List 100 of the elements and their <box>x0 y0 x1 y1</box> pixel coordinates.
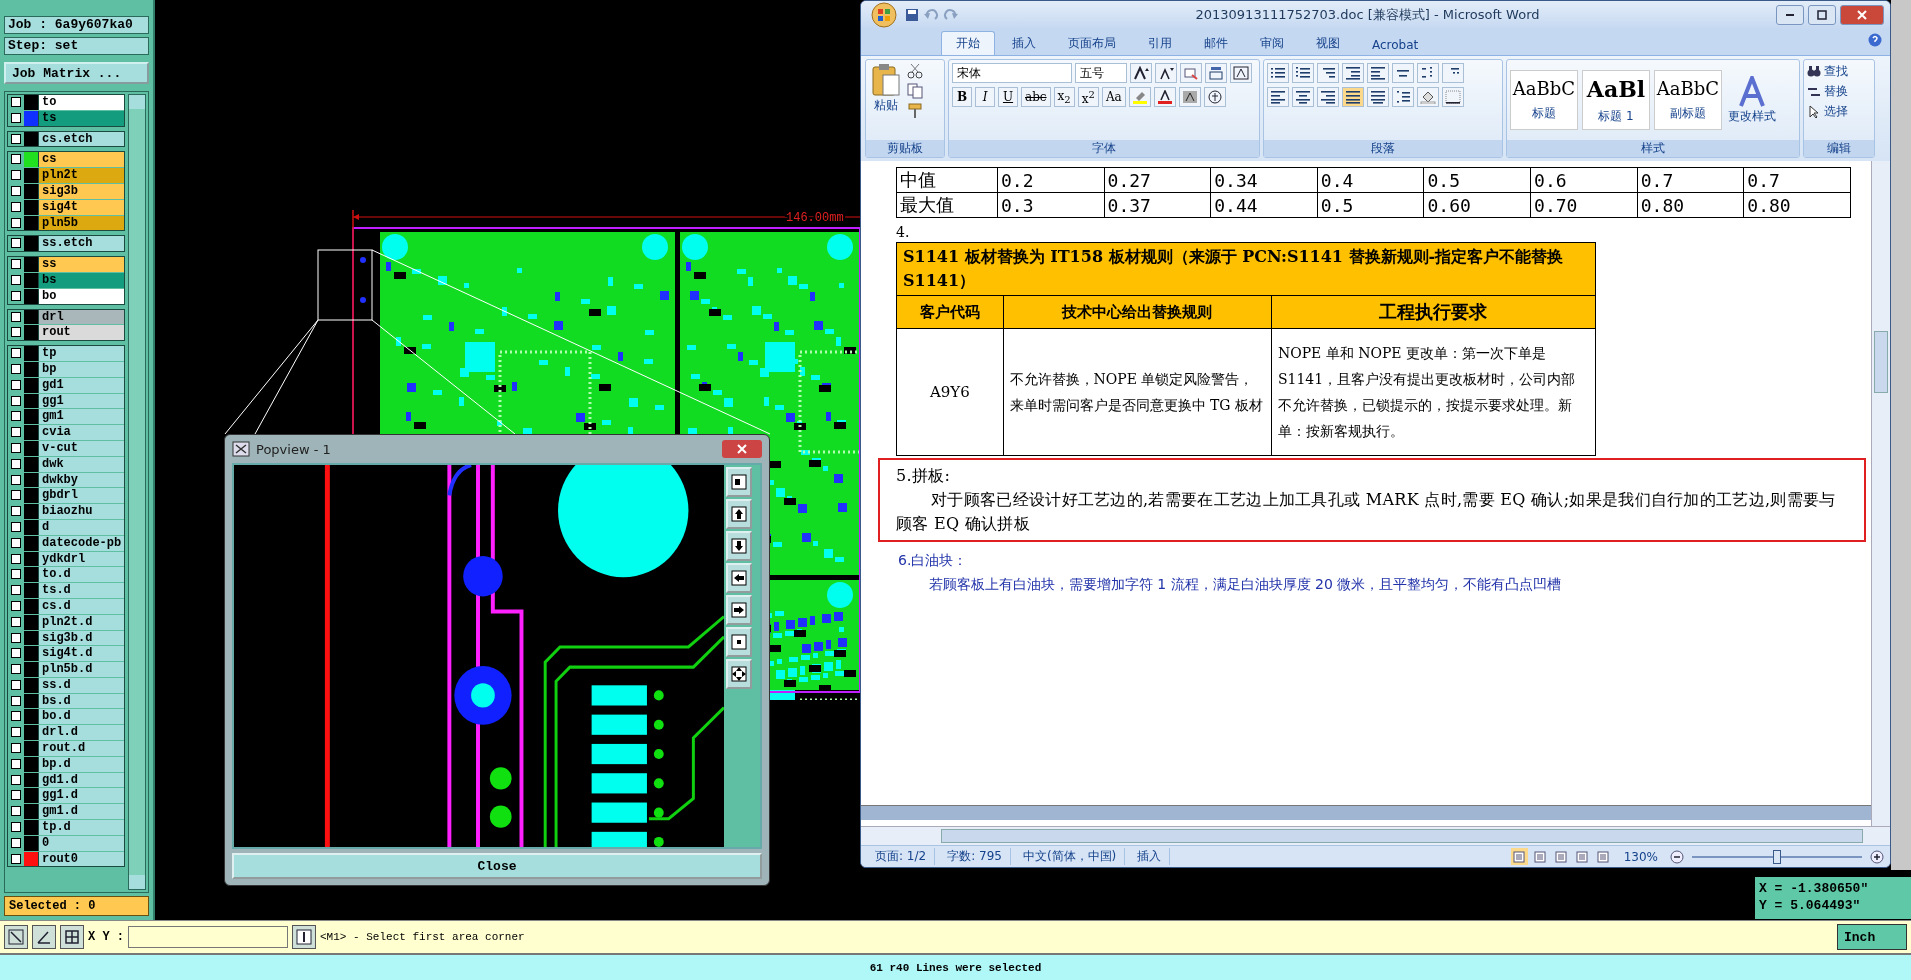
input-button[interactable] <box>292 925 316 949</box>
save-icon[interactable] <box>905 8 919 22</box>
layer-name[interactable]: rout.d <box>38 741 124 756</box>
distributed-icon[interactable] <box>1367 87 1389 107</box>
close-button[interactable]: Close <box>232 853 762 879</box>
editing-button[interactable]: 替换 <box>1807 83 1871 100</box>
layer-name[interactable]: dwkby <box>38 472 124 488</box>
style-preset[interactable]: AaBbC 副标题 <box>1654 70 1722 130</box>
layer-name[interactable]: ts <box>38 110 124 126</box>
horizontal-scrollbar[interactable] <box>861 826 1890 845</box>
layer-name[interactable]: ss.etch <box>38 236 124 252</box>
pan-right-icon[interactable] <box>726 595 752 625</box>
grow-font-icon[interactable] <box>1130 63 1152 83</box>
layer-checkbox[interactable] <box>11 411 21 422</box>
layer-checkbox[interactable] <box>11 238 21 249</box>
layer-name[interactable]: sig3b.d <box>38 630 124 646</box>
view-button[interactable] <box>1531 848 1549 865</box>
numbered-list-icon[interactable] <box>1292 63 1314 83</box>
format-button[interactable]: U <box>998 87 1018 107</box>
ribbon-tab[interactable]: 开始 <box>941 31 995 55</box>
layer-name[interactable]: gbdrl <box>38 488 124 504</box>
layer-checkbox[interactable] <box>11 186 21 196</box>
enclosed-character-icon[interactable] <box>1203 87 1226 107</box>
layer-name[interactable]: gg1 <box>38 393 124 409</box>
slider-thumb[interactable] <box>1773 849 1781 864</box>
view-button[interactable] <box>1510 848 1528 865</box>
layer-name[interactable]: rout <box>38 325 124 341</box>
editing-button[interactable]: 查找 <box>1807 63 1871 80</box>
layer-name[interactable]: ss.d <box>38 677 124 693</box>
copy-icon[interactable] <box>907 83 923 99</box>
layer-checkbox[interactable] <box>11 648 21 659</box>
vertical-scrollbar[interactable] <box>1871 161 1890 826</box>
layer-name[interactable]: biaozhu <box>38 504 124 519</box>
brush-icon[interactable] <box>907 103 923 119</box>
layer-name[interactable]: sig4t.d <box>38 646 124 662</box>
layer-checkbox[interactable] <box>11 679 21 690</box>
units-dropdown[interactable]: Inch <box>1837 924 1907 950</box>
layer-name[interactable]: 0 <box>38 835 124 851</box>
layer-name[interactable]: gd1 <box>38 377 124 393</box>
layer-name[interactable]: cs.d <box>38 598 124 614</box>
character-shading-icon[interactable] <box>1178 87 1201 107</box>
layer-checkbox[interactable] <box>11 290 21 301</box>
layer-checkbox[interactable] <box>11 727 21 738</box>
layer-checkbox[interactable] <box>11 133 21 144</box>
line-spacing-icon[interactable] <box>1392 87 1414 107</box>
font-color-icon[interactable] <box>1153 87 1176 107</box>
layer-name[interactable]: rout0 <box>38 851 124 867</box>
layer-name[interactable]: pln5b.d <box>38 662 124 677</box>
chinese-layout-icon[interactable] <box>1392 63 1414 83</box>
layer-checkbox[interactable] <box>11 616 21 627</box>
character-border-icon[interactable] <box>1230 63 1252 83</box>
close-button[interactable] <box>1840 5 1884 25</box>
layer-name[interactable]: cs <box>38 152 124 168</box>
layer-checkbox[interactable] <box>11 695 21 706</box>
layer-name[interactable]: gg1.d <box>38 788 124 804</box>
decrease-indent-icon[interactable] <box>1342 63 1364 83</box>
layer-checkbox[interactable] <box>11 790 21 801</box>
layer-name[interactable]: pln2t <box>38 168 124 183</box>
align-center-icon[interactable] <box>1292 87 1314 107</box>
layer-checkbox[interactable] <box>11 774 21 785</box>
layer-name[interactable]: datecode-pb <box>38 535 124 551</box>
minimize-button[interactable] <box>1776 5 1804 25</box>
pan-up-icon[interactable] <box>726 499 752 529</box>
layer-checkbox[interactable] <box>11 853 21 864</box>
format-button[interactable]: Aa <box>1101 87 1126 107</box>
layer-checkbox[interactable] <box>11 363 21 374</box>
layer-checkbox[interactable] <box>11 711 21 722</box>
phonetic-guide-icon[interactable] <box>1205 63 1227 83</box>
ribbon-tab[interactable]: 页面布局 <box>1053 31 1131 55</box>
layer-name[interactable]: ydkdrl <box>38 551 124 567</box>
layer-name[interactable]: ss <box>38 257 124 272</box>
layer-name[interactable]: pln5b <box>38 215 124 231</box>
layer-name[interactable]: to.d <box>38 567 124 583</box>
format-button[interactable]: I <box>975 87 995 107</box>
layer-name[interactable]: bo.d <box>38 709 124 725</box>
layer-name[interactable]: tp.d <box>38 820 124 835</box>
layer-name[interactable]: pln2t.d <box>38 614 124 630</box>
layer-checkbox[interactable] <box>11 348 21 359</box>
layer-checkbox[interactable] <box>11 822 21 833</box>
measure-button[interactable] <box>32 925 56 949</box>
layer-checkbox[interactable] <box>11 170 21 181</box>
format-button[interactable]: B <box>952 87 972 107</box>
layer-name[interactable]: gd1.d <box>38 772 124 788</box>
layer-checkbox[interactable] <box>11 112 21 123</box>
ribbon-tab[interactable]: 视图 <box>1301 31 1355 55</box>
layer-name[interactable]: bp.d <box>38 756 124 772</box>
layer-checkbox[interactable] <box>11 806 21 817</box>
layer-checkbox[interactable] <box>11 442 21 453</box>
layer-name[interactable]: cvia <box>38 425 124 440</box>
ribbon-tab[interactable]: Acrobat <box>1357 34 1434 55</box>
format-button[interactable]: x$^{2}$ <box>1077 87 1099 107</box>
view-button[interactable] <box>1573 848 1591 865</box>
justify-icon[interactable] <box>1342 87 1364 107</box>
layer-checkbox[interactable] <box>11 154 21 165</box>
layer-checkbox[interactable] <box>11 506 21 517</box>
align-right-icon[interactable] <box>1317 87 1339 107</box>
layer-checkbox[interactable] <box>11 259 21 270</box>
clear-format-icon[interactable] <box>1180 63 1202 83</box>
vertical-scrollbar[interactable] <box>128 94 146 890</box>
layer-checkbox[interactable] <box>11 97 21 107</box>
